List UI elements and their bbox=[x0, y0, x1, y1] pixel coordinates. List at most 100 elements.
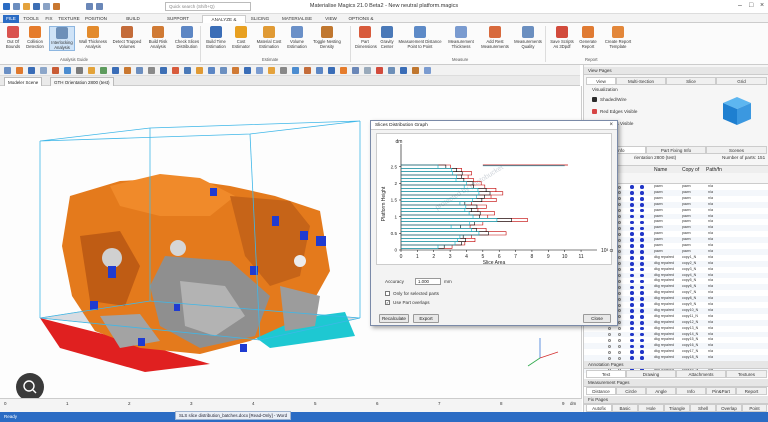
toolbar-icon[interactable] bbox=[124, 67, 131, 74]
ribbon-button[interactable]: Measurement Distance Point to Point bbox=[398, 26, 442, 49]
lock-toggle-icon[interactable] bbox=[618, 209, 621, 213]
visibility-toggle-icon[interactable] bbox=[608, 333, 611, 337]
lock-toggle-icon[interactable] bbox=[618, 203, 621, 207]
ribbon-tab[interactable]: FILE bbox=[3, 15, 19, 23]
toolbar-icon[interactable] bbox=[328, 67, 335, 74]
ribbon-tab[interactable]: OPTIONS & HELP bbox=[342, 15, 380, 29]
toolbar-icon[interactable] bbox=[244, 67, 251, 74]
lock-toggle-icon[interactable] bbox=[618, 250, 621, 254]
panel-tab[interactable]: Basic bbox=[612, 404, 638, 412]
lock-toggle-icon[interactable] bbox=[618, 268, 621, 272]
ribbon-tab[interactable]: SLICING bbox=[249, 15, 271, 23]
ribbon-button[interactable]: Detect Trapped Volumes bbox=[112, 26, 142, 49]
lock-toggle-icon[interactable] bbox=[618, 262, 621, 266]
panel-tab[interactable]: Hole bbox=[638, 404, 664, 412]
ribbon-button[interactable]: Gravity Center bbox=[378, 26, 396, 49]
ribbon-button[interactable]: Generate Report bbox=[576, 26, 600, 49]
ribbon-button[interactable]: Wall Thickness Analysis bbox=[78, 26, 108, 49]
dialog-close-icon[interactable]: × bbox=[609, 122, 613, 128]
ribbon-tab[interactable]: TEXTURE bbox=[58, 15, 80, 23]
panel-tab[interactable]: Triangle bbox=[664, 404, 690, 412]
toolbar-icon[interactable] bbox=[208, 67, 215, 74]
maximize-icon[interactable]: □ bbox=[749, 2, 753, 9]
lock-toggle-icon[interactable] bbox=[618, 256, 621, 260]
measurement-pages-header[interactable]: Measurement Pages bbox=[584, 379, 768, 387]
ribbon-tab[interactable]: TOOLS bbox=[22, 15, 40, 23]
toolbar-icon[interactable] bbox=[400, 67, 407, 74]
only-selected-checkbox[interactable] bbox=[385, 291, 390, 296]
ribbon-button[interactable]: Out Of Bounds bbox=[4, 26, 22, 49]
lock-toggle-icon[interactable] bbox=[618, 315, 621, 319]
panel-tab[interactable]: Text bbox=[586, 370, 626, 378]
vis-item-shaded[interactable]: Shaded/Wire bbox=[592, 97, 627, 103]
ribbon-button[interactable]: Save Scripts As 3Dpdf bbox=[550, 26, 574, 49]
minimize-icon[interactable]: – bbox=[738, 2, 742, 9]
toolbar-icon[interactable] bbox=[52, 67, 59, 74]
ribbon-button[interactable]: Cost Estimator bbox=[230, 26, 252, 49]
ribbon-button[interactable]: Part Dimensions bbox=[355, 26, 377, 49]
lock-toggle-icon[interactable] bbox=[618, 279, 621, 283]
ribbon-button[interactable]: Volume Estimation bbox=[286, 26, 308, 49]
panel-tab[interactable]: Part Fixing Info bbox=[646, 146, 706, 154]
lock-toggle-icon[interactable] bbox=[618, 350, 621, 354]
ribbon-button[interactable]: Measurement Thickness bbox=[446, 26, 476, 49]
toolbar-icon[interactable] bbox=[100, 67, 107, 74]
toolbar-icon[interactable] bbox=[148, 67, 155, 74]
lock-toggle-icon[interactable] bbox=[618, 215, 621, 219]
close-button[interactable]: Close bbox=[583, 314, 611, 323]
toolbar-icon[interactable] bbox=[88, 67, 95, 74]
panel-tab[interactable]: Report bbox=[736, 387, 767, 395]
panel-tab[interactable]: Scenes bbox=[706, 146, 767, 154]
toolbar-icon[interactable] bbox=[352, 67, 359, 74]
ribbon-tab[interactable]: POSITION bbox=[83, 15, 109, 23]
lock-toggle-icon[interactable] bbox=[618, 285, 621, 289]
panel-tab[interactable]: Pin&Part bbox=[706, 387, 736, 395]
visibility-toggle-icon[interactable] bbox=[608, 338, 611, 342]
toolbar-icon[interactable] bbox=[172, 67, 179, 74]
toolbar-icon[interactable] bbox=[364, 67, 371, 74]
toolbar-icon[interactable] bbox=[40, 67, 47, 74]
toolbar-icon[interactable] bbox=[28, 67, 35, 74]
toolbar-icon[interactable] bbox=[196, 67, 203, 74]
recalculate-button[interactable]: Recalculate bbox=[379, 314, 409, 323]
panel-tab[interactable]: Autofix bbox=[586, 404, 612, 412]
lock-toggle-icon[interactable] bbox=[618, 191, 621, 195]
visibility-toggle-icon[interactable] bbox=[608, 356, 611, 360]
ribbon-tab[interactable]: SUPPORT GENERATION bbox=[157, 15, 199, 29]
fix-pages-header[interactable]: Fix Pages bbox=[584, 396, 768, 404]
panel-tab[interactable]: Overlap bbox=[716, 404, 742, 412]
lock-toggle-icon[interactable] bbox=[618, 244, 621, 248]
toolbar-icon[interactable] bbox=[76, 67, 83, 74]
lock-toggle-icon[interactable] bbox=[618, 297, 621, 301]
tab-modeler-scene[interactable]: Modeler Scene bbox=[4, 77, 43, 86]
lock-toggle-icon[interactable] bbox=[618, 303, 621, 307]
ribbon-tab[interactable]: VIEW bbox=[323, 15, 339, 23]
toolbar-icon[interactable] bbox=[304, 67, 311, 74]
toolbar-icon[interactable] bbox=[112, 67, 119, 74]
ribbon-tab[interactable]: ANALYZE & REPORT bbox=[202, 15, 246, 30]
ribbon-button[interactable]: Toggle Nesting Density bbox=[310, 26, 344, 49]
panel-tab[interactable]: Point bbox=[742, 404, 767, 412]
visibility-toggle-icon[interactable] bbox=[608, 344, 611, 348]
ribbon-button[interactable]: Build Risk Analysis bbox=[146, 26, 170, 49]
lock-toggle-icon[interactable] bbox=[618, 321, 621, 325]
ribbon-tab[interactable]: MATERIALISE SOFTWARE bbox=[274, 15, 320, 29]
lock-toggle-icon[interactable] bbox=[618, 338, 621, 342]
panel-tab[interactable]: Angle bbox=[646, 387, 676, 395]
panel-tab[interactable]: Attachments bbox=[676, 370, 726, 378]
panel-tab[interactable]: View bbox=[586, 77, 616, 85]
toolbar-icon[interactable] bbox=[424, 67, 431, 74]
use-overlap-checkbox[interactable]: ✓ bbox=[385, 300, 390, 305]
panel-tab[interactable]: Shell bbox=[690, 404, 716, 412]
ribbon-tab[interactable]: FIX bbox=[43, 15, 55, 23]
lock-toggle-icon[interactable] bbox=[618, 220, 621, 224]
panel-tab[interactable]: Grid bbox=[716, 77, 767, 85]
lock-toggle-icon[interactable] bbox=[618, 238, 621, 242]
panel-tab[interactable]: Textures bbox=[726, 370, 767, 378]
taskbar-window-chip[interactable]: SLS slice distribution_batches.docx [Rea… bbox=[175, 411, 292, 420]
view-pages-header[interactable]: View Pages bbox=[584, 67, 768, 75]
lock-toggle-icon[interactable] bbox=[618, 344, 621, 348]
lock-toggle-icon[interactable] bbox=[618, 226, 621, 230]
view-cube-icon[interactable] bbox=[719, 95, 755, 127]
toolbar-icon[interactable] bbox=[232, 67, 239, 74]
